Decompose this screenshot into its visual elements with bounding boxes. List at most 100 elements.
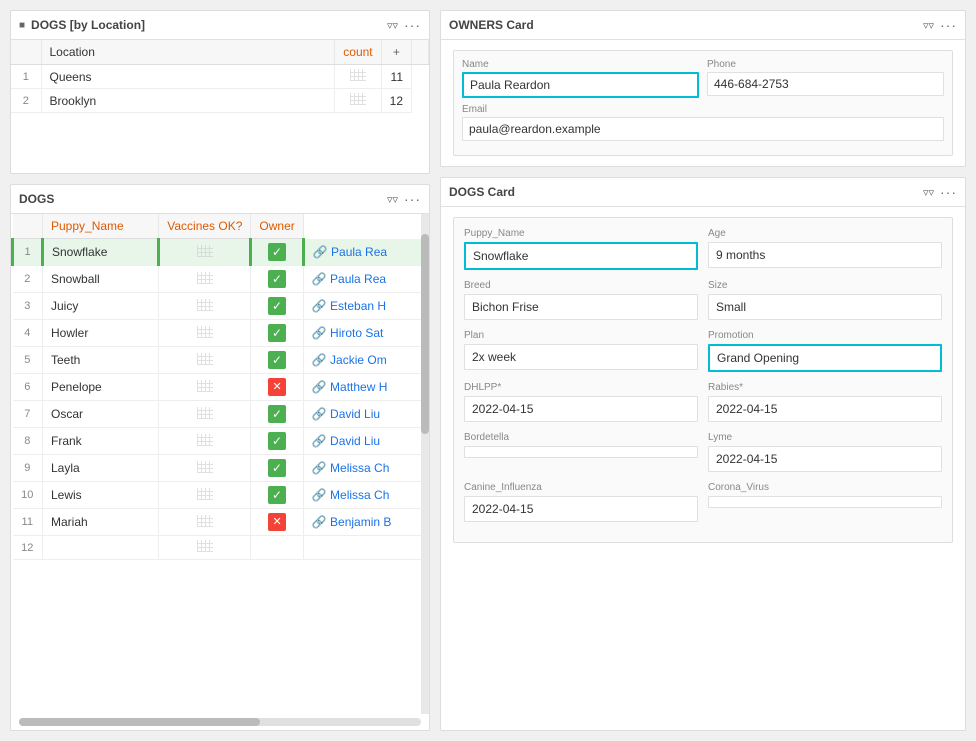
table-row[interactable]: 7 Oscar ✓ 🔗 David Liu <box>13 401 429 428</box>
scrollbar-col <box>412 40 429 65</box>
vaccine-cell: ✓ <box>251 482 303 509</box>
owner-name: David Liu <box>330 434 380 448</box>
owner-cell: 🔗 David Liu <box>303 428 428 455</box>
dogs-bordetella-field: Bordetella <box>464 432 698 472</box>
puppy-name-cell <box>43 536 159 560</box>
puppy-name-cell: Penelope <box>43 374 159 401</box>
table-row[interactable]: 9 Layla ✓ 🔗 Melissa Ch <box>13 455 429 482</box>
owner-cell: 🔗 Esteban H <box>303 293 428 320</box>
dogs-canine-value[interactable]: 2022-04-15 <box>464 496 698 522</box>
dogs-more-icon[interactable]: ··· <box>404 191 421 207</box>
link-icon: 🔗 <box>312 488 327 502</box>
dogs-card-more-icon[interactable]: ··· <box>940 184 957 200</box>
dogs-puppy-name-value[interactable]: Snowflake <box>464 242 698 270</box>
table-row[interactable]: 1 Queens 11 <box>11 65 429 89</box>
owners-filter-icon[interactable]: ▿▿ <box>923 19 934 32</box>
dogs-panel: DOGS ▿▿ ··· Puppy_Name Vaccines OK? Owne… <box>10 184 430 731</box>
dogs-corona-value[interactable] <box>708 496 942 508</box>
filter-icon[interactable]: ▿▿ <box>387 19 398 32</box>
dogs-age-value[interactable]: 9 months <box>708 242 942 268</box>
count-cell: 11 <box>381 65 411 89</box>
owners-name-label: Name <box>462 59 699 70</box>
dogs-card-filter-icon[interactable]: ▿▿ <box>923 186 934 199</box>
dogs-age-label: Age <box>708 228 942 239</box>
row-num: 1 <box>11 65 41 89</box>
owners-phone-value[interactable]: 446-684-2753 <box>707 72 944 96</box>
dogs-row-breed-size: Breed Bichon Frise Size Small <box>464 280 942 320</box>
dogs-by-location-table: Location count + 1 Queens 11 2 Brooklyn <box>11 40 429 113</box>
grid-icon <box>197 299 213 311</box>
vaccine-cell: ✓ <box>251 455 303 482</box>
owners-card-panel: OWNERS Card ▿▿ ··· Name Paula Reardon Ph… <box>440 10 966 167</box>
owners-card-header: OWNERS Card ▿▿ ··· <box>441 11 965 40</box>
owners-name-value[interactable]: Paula Reardon <box>462 72 699 98</box>
dogs-lyme-label: Lyme <box>708 432 942 443</box>
row-num: 2 <box>11 89 41 113</box>
vaccine-cell <box>251 536 303 560</box>
dogs-breed-field: Breed Bichon Frise <box>464 280 698 320</box>
vertical-scrollbar[interactable] <box>421 214 429 714</box>
table-row[interactable]: 6 Penelope ✕ 🔗 Matthew H <box>13 374 429 401</box>
horizontal-scrollbar[interactable] <box>19 718 421 726</box>
table-row[interactable]: 4 Howler ✓ 🔗 Hiroto Sat <box>13 320 429 347</box>
owners-email-value[interactable]: paula@reardon.example <box>462 117 944 141</box>
dogs-table: Puppy_Name Vaccines OK? Owner 1 Snowflak… <box>11 214 429 560</box>
owners-more-icon[interactable]: ··· <box>940 17 957 33</box>
dogs-filter-icon[interactable]: ▿▿ <box>387 193 398 206</box>
dogs-breed-value[interactable]: Bichon Frise <box>464 294 698 320</box>
puppy-name-cell: Snowflake <box>43 239 159 266</box>
table-row[interactable]: 12 <box>13 536 429 560</box>
scrollbar-thumb <box>421 234 429 434</box>
owners-email-field: Email paula@reardon.example <box>462 104 944 141</box>
dogs-promotion-value[interactable]: Grand Opening <box>708 344 942 372</box>
row-num: 9 <box>13 455 43 482</box>
dogs-plan-value[interactable]: 2x week <box>464 344 698 370</box>
dogs-card-title: DOGS Card <box>449 185 917 199</box>
expand-icon[interactable]: ■ <box>19 20 25 31</box>
dogs-card-panel: DOGS Card ▿▿ ··· Puppy_Name Snowflake Ag… <box>440 177 966 731</box>
dogs-dhlpp-value[interactable]: 2022-04-15 <box>464 396 698 422</box>
table-row[interactable]: 8 Frank ✓ 🔗 David Liu <box>13 428 429 455</box>
col-header-plus[interactable]: + <box>381 40 411 65</box>
row-num: 11 <box>13 509 43 536</box>
table-row[interactable]: 5 Teeth ✓ 🔗 Jackie Om <box>13 347 429 374</box>
dogs-plan-field: Plan 2x week <box>464 330 698 372</box>
grid-icon-cell <box>159 455 251 482</box>
owner-name: Benjamin B <box>330 515 391 529</box>
dogs-size-value[interactable]: Small <box>708 294 942 320</box>
link-icon: 🔗 <box>312 515 327 529</box>
puppy-name-cell: Lewis <box>43 482 159 509</box>
owners-row-name-phone: Name Paula Reardon Phone 446-684-2753 <box>462 59 944 98</box>
grid-icon-cell <box>159 536 251 560</box>
grid-icon <box>197 272 213 284</box>
dogs-plan-label: Plan <box>464 330 698 341</box>
col-header-count: count <box>335 40 381 65</box>
dogs-puppy-name-label: Puppy_Name <box>464 228 698 239</box>
dogs-lyme-value[interactable]: 2022-04-15 <box>708 446 942 472</box>
table-row[interactable]: 1 Snowflake ✓ 🔗 Paula Rea <box>13 239 429 266</box>
dogs-rabies-value[interactable]: 2022-04-15 <box>708 396 942 422</box>
cross-icon: ✕ <box>268 513 286 531</box>
scrollbar-h-thumb <box>19 718 260 726</box>
table-row[interactable]: 3 Juicy ✓ 🔗 Esteban H <box>13 293 429 320</box>
check-icon: ✓ <box>268 297 286 315</box>
table-row[interactable]: 2 Brooklyn 12 <box>11 89 429 113</box>
dogs-by-location-table-container: Location count + 1 Queens 11 2 Brooklyn <box>11 40 429 173</box>
link-icon: 🔗 <box>312 380 327 394</box>
table-row[interactable]: 11 Mariah ✕ 🔗 Benjamin B <box>13 509 429 536</box>
table-row[interactable]: 10 Lewis ✓ 🔗 Melissa Ch <box>13 482 429 509</box>
count-cell: 12 <box>381 89 411 113</box>
table-row[interactable]: 2 Snowball ✓ 🔗 Paula Rea <box>13 266 429 293</box>
owner-cell: 🔗 Paula Rea <box>303 239 428 266</box>
owners-phone-label: Phone <box>707 59 944 70</box>
dogs-row-canine-corona: Canine_Influenza 2022-04-15 Corona_Virus <box>464 482 942 522</box>
grid-icon <box>197 540 213 552</box>
more-icon[interactable]: ··· <box>404 17 421 33</box>
row-num: 3 <box>13 293 43 320</box>
cross-icon: ✕ <box>268 378 286 396</box>
dogs-bordetella-value[interactable] <box>464 446 698 458</box>
owner-cell <box>303 536 428 560</box>
dogs-row-name-age: Puppy_Name Snowflake Age 9 months <box>464 228 942 270</box>
check-icon: ✓ <box>268 243 286 261</box>
owner-cell: 🔗 Melissa Ch <box>303 455 428 482</box>
